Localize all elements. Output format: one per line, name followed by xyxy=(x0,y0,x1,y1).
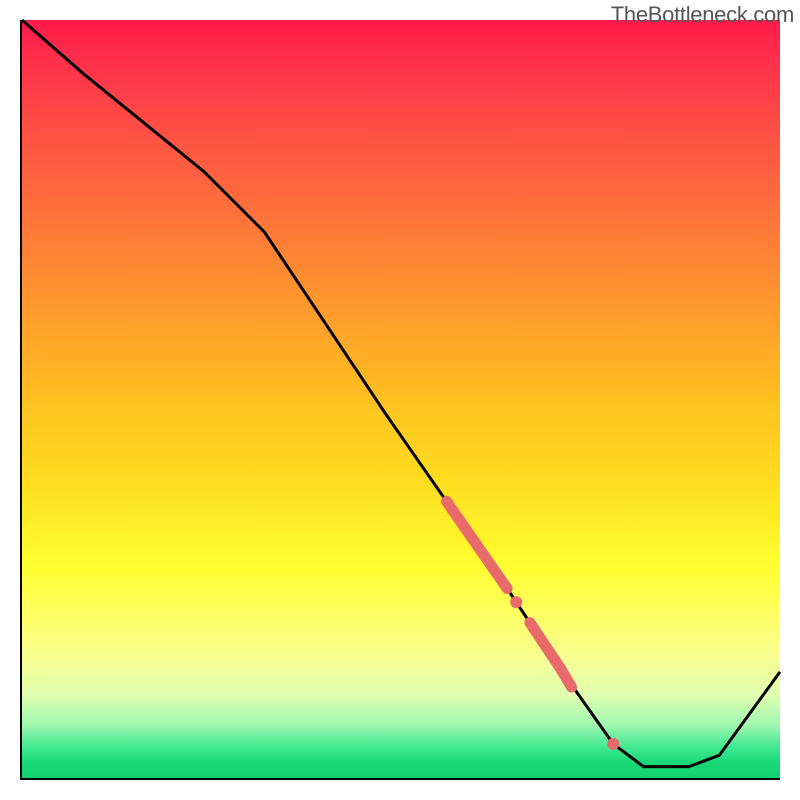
point-dot-2 xyxy=(607,738,619,750)
chart-container: TheBottleneck.com xyxy=(0,0,800,800)
series-main-curve xyxy=(22,20,780,767)
series-highlight-segment xyxy=(446,501,507,588)
plot-area xyxy=(20,20,780,780)
series-highlight-dash-2 xyxy=(560,668,571,687)
series-highlight-dash-1 xyxy=(530,623,560,668)
watermark-label: TheBottleneck.com xyxy=(611,2,794,28)
chart-svg xyxy=(22,20,780,778)
point-dot-1 xyxy=(510,596,522,608)
